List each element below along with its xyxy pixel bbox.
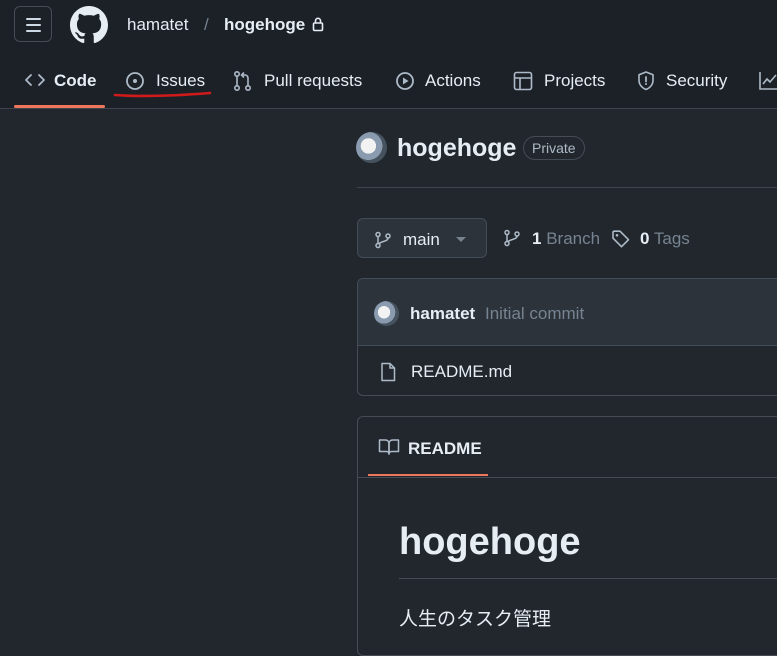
tab-security[interactable]: Security xyxy=(635,70,735,92)
tab-projects-label: Projects xyxy=(544,71,606,90)
code-icon xyxy=(25,74,45,86)
top-header: hamatet / hogehoge Code Issues Pull requ… xyxy=(0,0,777,109)
repo-owner-avatar[interactable] xyxy=(356,132,387,163)
breadcrumb-owner-link[interactable]: hamatet xyxy=(127,15,188,35)
tag-count-label: Tags xyxy=(653,229,690,248)
visibility-badge: Private xyxy=(523,136,585,160)
file-row[interactable]: README.md xyxy=(358,346,777,395)
readme-body-text: 人生のタスク管理 xyxy=(399,609,552,630)
tab-actions[interactable]: Actions xyxy=(394,70,489,92)
branch-count: 1 xyxy=(532,229,542,248)
tab-pull-requests[interactable]: Pull requests xyxy=(232,70,367,92)
readme-heading-divider xyxy=(399,578,777,579)
readme-tab-indicator xyxy=(368,474,488,476)
tab-issues-label: Issues xyxy=(156,71,206,90)
readme-heading: hogehoge xyxy=(399,521,581,563)
file-list: hamatet Initial commit README.md xyxy=(357,278,777,396)
readme-panel: README hogehoge 人生のタスク管理 xyxy=(357,416,777,656)
readme-header: README xyxy=(358,417,777,478)
tab-security-label: Security xyxy=(666,71,728,90)
readme-tab[interactable]: README xyxy=(408,439,482,459)
annotation-underline-mark xyxy=(113,91,212,98)
tab-issues[interactable]: Issues xyxy=(124,70,206,92)
play-icon xyxy=(396,72,414,90)
shield-icon xyxy=(638,71,654,91)
current-branch-label: main xyxy=(403,230,440,249)
file-name-link[interactable]: README.md xyxy=(411,362,512,382)
branch-select-button[interactable]: main xyxy=(357,218,487,258)
active-tab-indicator xyxy=(14,105,105,108)
hamburger-menu-button[interactable] xyxy=(14,6,52,42)
tab-actions-label: Actions xyxy=(425,71,481,90)
git-pull-request-icon xyxy=(233,70,252,92)
chevron-down-icon xyxy=(456,237,466,242)
issue-opened-icon xyxy=(126,72,144,90)
file-icon xyxy=(381,362,396,382)
book-icon xyxy=(378,439,400,455)
tag-count: 0 xyxy=(640,229,650,248)
github-logo-icon[interactable] xyxy=(70,6,108,44)
branch-count-label: Branch xyxy=(546,229,601,248)
table-icon xyxy=(513,71,533,91)
commit-author-avatar[interactable] xyxy=(374,301,399,326)
tab-code-label: Code xyxy=(54,71,97,90)
tab-projects[interactable]: Projects xyxy=(512,70,612,92)
tab-pull-requests-label: Pull requests xyxy=(264,71,363,90)
graph-icon[interactable] xyxy=(758,70,777,92)
tab-code[interactable]: Code xyxy=(24,70,99,92)
breadcrumb-repo-link[interactable]: hogehoge xyxy=(224,15,305,35)
lock-icon xyxy=(312,17,324,32)
latest-commit-row: hamatet Initial commit xyxy=(358,279,777,346)
commit-author[interactable]: hamatet xyxy=(410,304,475,324)
git-branch-icon xyxy=(504,229,520,247)
tag-icon xyxy=(612,230,630,248)
git-branch-icon xyxy=(375,231,391,249)
title-divider xyxy=(357,187,777,188)
repo-title[interactable]: hogehoge xyxy=(397,134,516,163)
breadcrumb-separator: / xyxy=(204,15,209,34)
commit-message[interactable]: Initial commit xyxy=(485,304,584,324)
